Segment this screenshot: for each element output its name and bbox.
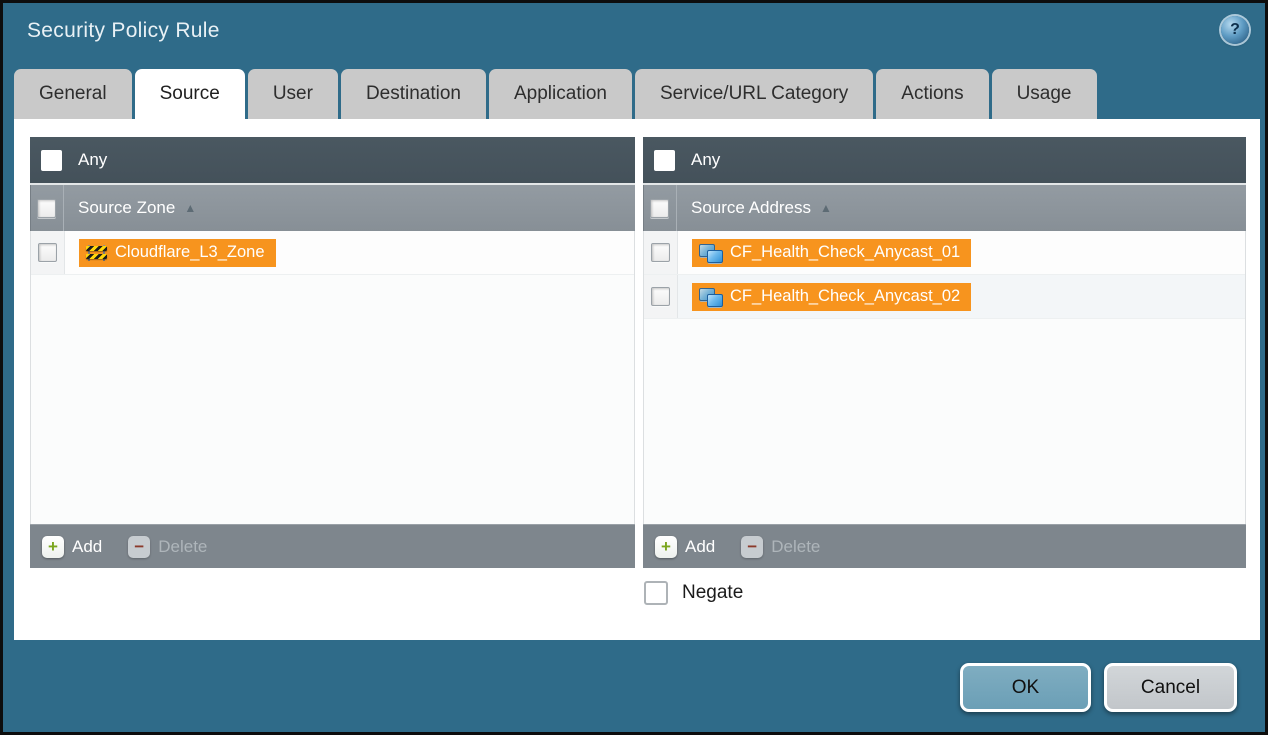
source-zone-list: Cloudflare_L3_Zone	[30, 231, 635, 524]
source-zone-column-header[interactable]: Source Zone ▲	[30, 183, 635, 231]
add-button[interactable]: + Add	[42, 536, 102, 558]
tab-destination[interactable]: Destination	[341, 69, 486, 119]
ok-button[interactable]: OK	[960, 663, 1091, 712]
source-zone-selectall-cell	[30, 185, 64, 231]
row-checkbox[interactable]	[651, 287, 670, 306]
tab-general[interactable]: General	[14, 69, 132, 119]
source-zone-toolbar: + Add − Delete	[30, 524, 635, 568]
tab-source-label: Source	[160, 83, 220, 105]
row-checkbox-cell	[644, 275, 678, 318]
help-icon-glyph: ?	[1230, 21, 1240, 39]
tab-usage-label: Usage	[1017, 83, 1072, 105]
add-button-label: Add	[685, 537, 715, 557]
add-button[interactable]: + Add	[655, 536, 715, 558]
zone-object-chip[interactable]: Cloudflare_L3_Zone	[79, 239, 276, 267]
tab-general-label: General	[39, 83, 107, 105]
security-policy-rule-dialog: Security Policy Rule ? General Source Us…	[0, 0, 1268, 735]
tab-service-url-category[interactable]: Service/URL Category	[635, 69, 873, 119]
zone-icon	[86, 245, 107, 261]
delete-button-label: Delete	[771, 537, 820, 557]
tab-strip: General Source User Destination Applicat…	[14, 69, 1097, 119]
source-address-any-label: Any	[691, 150, 720, 170]
source-zone-any-header: Any	[30, 137, 635, 183]
address-object-label: CF_Health_Check_Anycast_01	[730, 243, 960, 262]
source-address-any-header: Any	[643, 137, 1246, 183]
tab-application-label: Application	[514, 83, 607, 105]
source-address-selectall-cell	[643, 185, 677, 231]
add-icon: +	[655, 536, 677, 558]
sort-ascending-icon[interactable]: ▲	[820, 201, 832, 215]
delete-button[interactable]: − Delete	[128, 536, 207, 558]
delete-button-label: Delete	[158, 537, 207, 557]
source-address-any-checkbox[interactable]	[654, 150, 675, 171]
delete-icon: −	[128, 536, 150, 558]
tab-actions-label: Actions	[901, 83, 963, 105]
row-checkbox-cell	[644, 231, 678, 274]
table-row[interactable]: Cloudflare_L3_Zone	[31, 231, 634, 275]
source-address-panel: Any Source Address ▲ CF_Health_Check_Any…	[643, 137, 1246, 568]
source-address-list: CF_Health_Check_Anycast_01 CF_Health_Che…	[643, 231, 1246, 524]
source-zone-selectall-checkbox[interactable]	[37, 199, 56, 218]
address-icon	[699, 288, 722, 306]
tab-content-source: Any Source Zone ▲ Cloudflare_L3_Zone	[14, 119, 1260, 640]
zone-object-label: Cloudflare_L3_Zone	[115, 243, 265, 262]
tab-actions[interactable]: Actions	[876, 69, 988, 119]
tab-usage[interactable]: Usage	[992, 69, 1097, 119]
address-object-chip[interactable]: CF_Health_Check_Anycast_02	[692, 283, 971, 311]
delete-button[interactable]: − Delete	[741, 536, 820, 558]
row-checkbox[interactable]	[651, 243, 670, 262]
tab-source[interactable]: Source	[135, 69, 245, 119]
footer-buttons: OK Cancel	[960, 663, 1237, 712]
help-icon[interactable]: ?	[1221, 16, 1249, 44]
source-zone-panel: Any Source Zone ▲ Cloudflare_L3_Zone	[30, 137, 635, 568]
page-title: Security Policy Rule	[27, 19, 220, 43]
tab-user-label: User	[273, 83, 313, 105]
source-address-toolbar: + Add − Delete	[643, 524, 1246, 568]
address-icon	[699, 244, 722, 262]
source-address-selectall-checkbox[interactable]	[650, 199, 669, 218]
source-address-column-header[interactable]: Source Address ▲	[643, 183, 1246, 231]
address-object-label: CF_Health_Check_Anycast_02	[730, 287, 960, 306]
negate-label: Negate	[682, 582, 743, 604]
table-row[interactable]: CF_Health_Check_Anycast_02	[644, 275, 1245, 319]
address-object-chip[interactable]: CF_Health_Check_Anycast_01	[692, 239, 971, 267]
source-address-column-label: Source Address	[691, 198, 811, 218]
tab-destination-label: Destination	[366, 83, 461, 105]
negate-checkbox[interactable]	[644, 581, 668, 605]
row-checkbox-cell	[31, 231, 65, 274]
add-button-label: Add	[72, 537, 102, 557]
tab-user[interactable]: User	[248, 69, 338, 119]
tab-application[interactable]: Application	[489, 69, 632, 119]
source-zone-column-label: Source Zone	[78, 198, 175, 218]
tab-service-url-category-label: Service/URL Category	[660, 83, 848, 105]
negate-row: Negate	[644, 581, 743, 605]
cancel-button[interactable]: Cancel	[1104, 663, 1237, 712]
delete-icon: −	[741, 536, 763, 558]
add-icon: +	[42, 536, 64, 558]
sort-ascending-icon[interactable]: ▲	[184, 201, 196, 215]
dialog-titlebar: Security Policy Rule ?	[3, 3, 1265, 65]
source-zone-any-label: Any	[78, 150, 107, 170]
row-checkbox[interactable]	[38, 243, 57, 262]
table-row[interactable]: CF_Health_Check_Anycast_01	[644, 231, 1245, 275]
source-zone-any-checkbox[interactable]	[41, 150, 62, 171]
